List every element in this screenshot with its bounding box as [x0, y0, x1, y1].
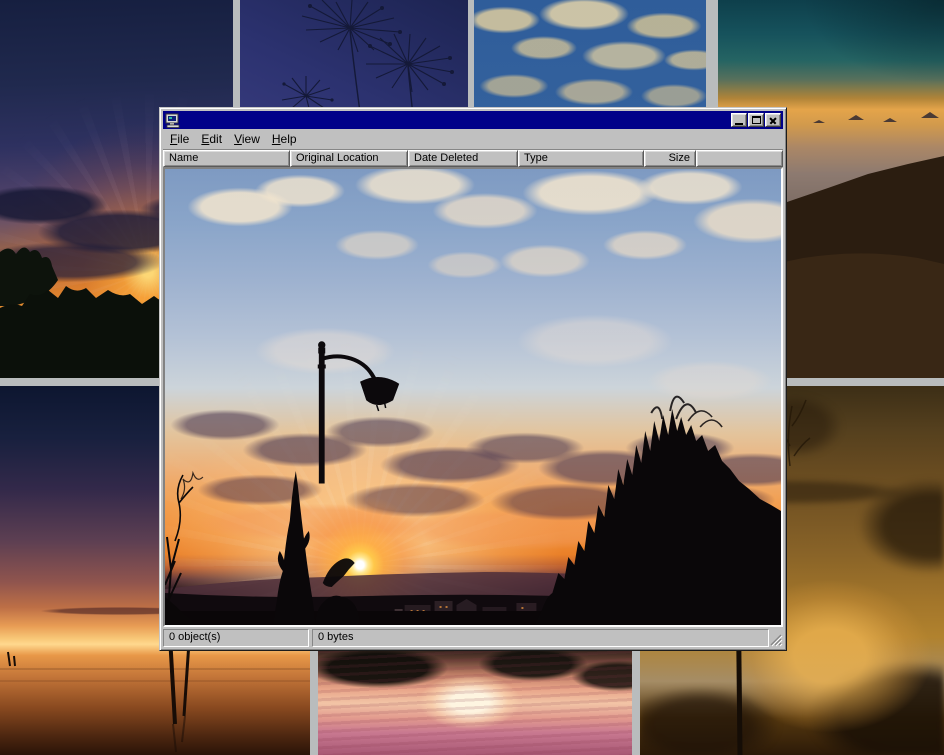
minimize-button[interactable]: [731, 113, 747, 127]
photo-silhouettes-graphic: [165, 169, 781, 625]
maximize-button[interactable]: [748, 113, 764, 127]
resize-grip[interactable]: [769, 629, 783, 647]
desktop: { "window": { "title": "", "icon": "comp…: [0, 0, 944, 755]
resize-grip-icon: [769, 629, 783, 647]
column-header-size[interactable]: Size: [644, 150, 696, 167]
background-photo-sunset-lamp: [165, 169, 781, 625]
menu-bar: File Edit View Help: [163, 129, 783, 150]
status-bar: 0 object(s) 0 bytes: [163, 629, 783, 647]
menu-edit[interactable]: Edit: [195, 131, 228, 148]
title-bar[interactable]: [163, 111, 783, 129]
column-header-name[interactable]: Name: [163, 150, 290, 167]
minimize-icon: [735, 123, 743, 125]
status-size: 0 bytes: [312, 629, 769, 647]
menu-help[interactable]: Help: [266, 131, 303, 148]
column-header-type[interactable]: Type: [518, 150, 644, 167]
close-button[interactable]: [765, 113, 781, 127]
computer-icon[interactable]: [165, 113, 181, 128]
maximize-icon: [752, 116, 761, 124]
column-header-filler: [696, 150, 783, 167]
menu-view[interactable]: View: [228, 131, 266, 148]
status-object-count: 0 object(s): [163, 629, 309, 647]
column-header-original-location[interactable]: Original Location: [290, 150, 408, 167]
file-list-viewport[interactable]: [163, 167, 783, 627]
column-header-date-deleted[interactable]: Date Deleted: [408, 150, 518, 167]
recycle-bin-window: File Edit View Help Name Original Locati…: [159, 107, 787, 651]
menu-file[interactable]: File: [164, 131, 195, 148]
column-header-row: Name Original Location Date Deleted Type…: [163, 150, 783, 167]
